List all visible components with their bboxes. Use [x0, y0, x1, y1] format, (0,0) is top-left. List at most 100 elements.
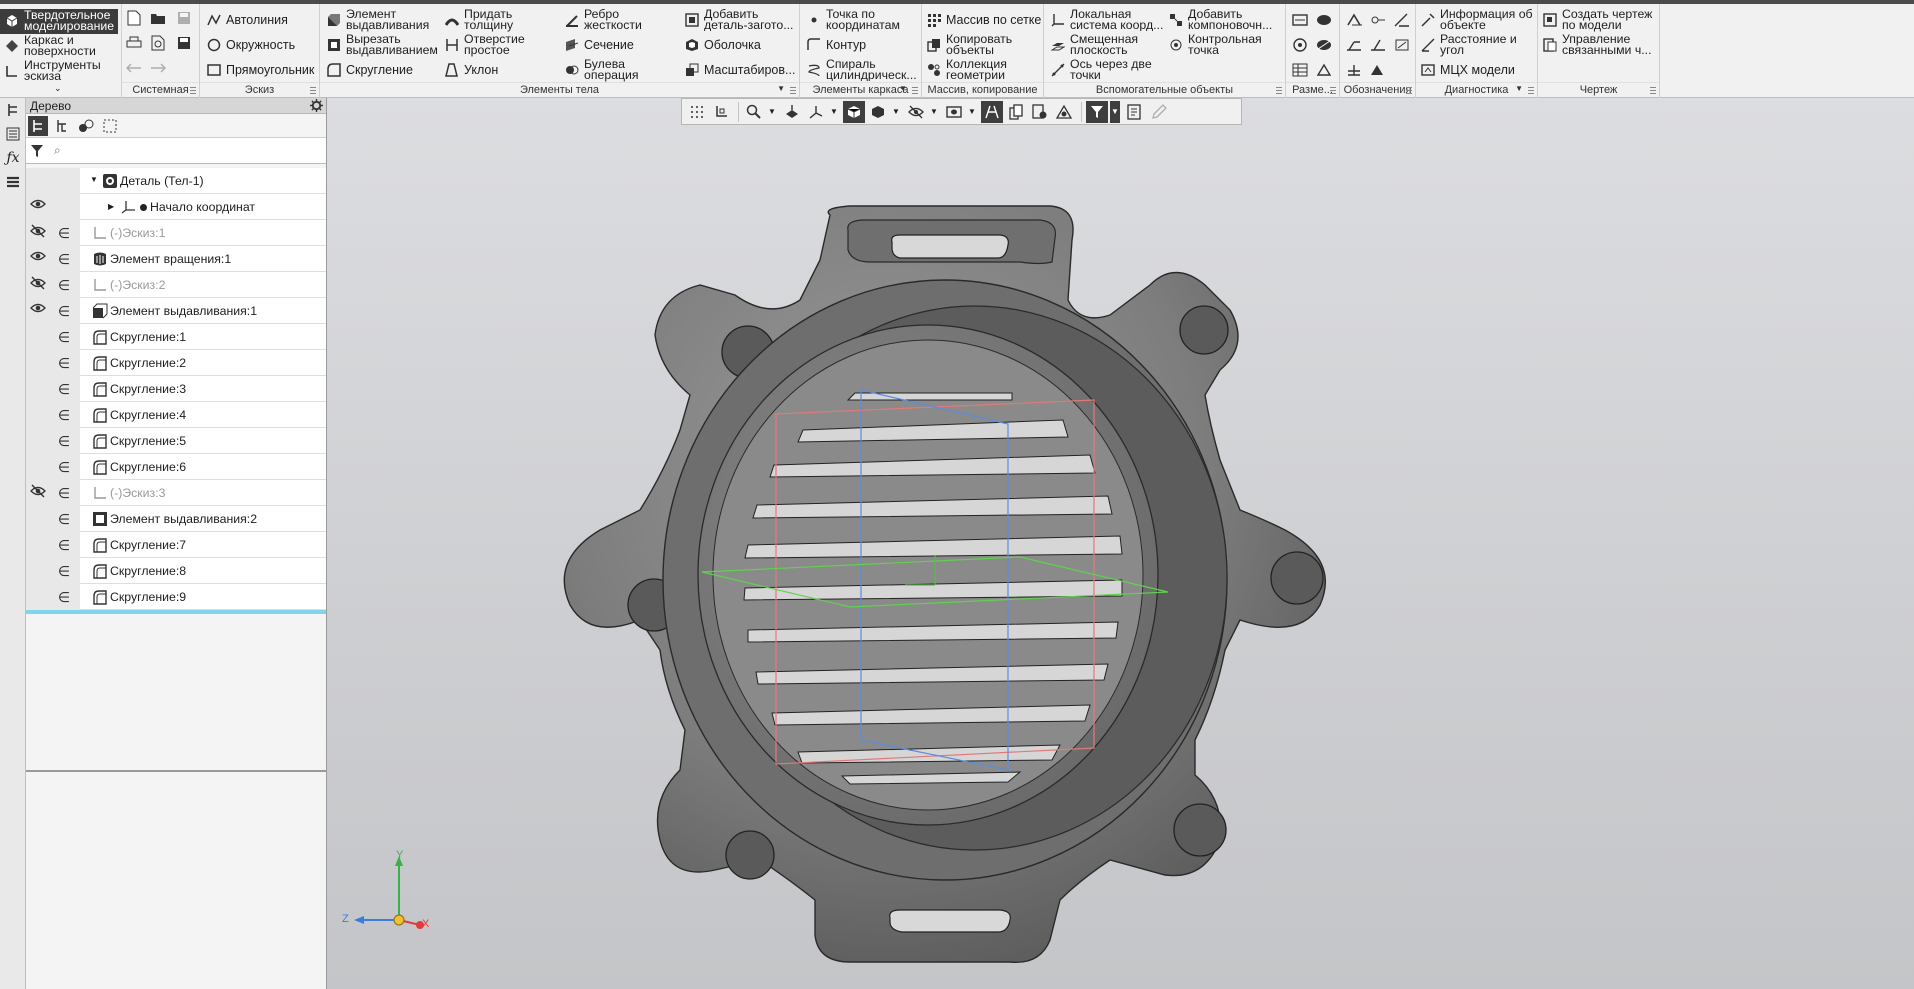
cut-extrude-button[interactable]: Вырезать выдавливанием — [326, 33, 442, 57]
save-icon[interactable] — [174, 8, 194, 28]
mode-sketch-tools[interactable]: Инструменты эскиза — [4, 59, 118, 83]
include-element-icon[interactable]: ∈ — [56, 224, 72, 242]
rectangle-button[interactable]: Прямоугольник — [206, 58, 314, 82]
eye-icon[interactable] — [30, 302, 48, 320]
eye-hidden-icon[interactable] — [30, 224, 48, 242]
include-element-icon[interactable]: ∈ — [56, 458, 72, 476]
local-cs-button[interactable]: Локальная система коорд... — [1050, 8, 1170, 32]
redo-icon[interactable] — [148, 58, 168, 78]
include-element-icon[interactable]: ∈ — [56, 328, 72, 346]
tree-item[interactable]: ∈ Скругление:4 — [26, 402, 326, 428]
add-blank-button[interactable]: Добавить деталь-загото... — [684, 8, 796, 32]
tree-item[interactable]: ∈ Скругление:7 — [26, 532, 326, 558]
group-grip[interactable] — [1276, 86, 1282, 94]
tolerance-icon[interactable] — [1344, 60, 1364, 80]
copy-objects-button[interactable]: Копировать объекты — [926, 33, 1030, 57]
roughness-icon[interactable] — [1344, 10, 1364, 30]
linear-dim-icon[interactable] — [1290, 10, 1310, 30]
chevron-down-icon[interactable]: ▼ — [1515, 84, 1523, 93]
tree-item[interactable]: ∈ Скругление:8 — [26, 558, 326, 584]
mode-surfaces[interactable]: Каркас и поверхности — [4, 34, 118, 58]
tree-item[interactable]: ∈ Скругление:5 — [26, 428, 326, 454]
filter-icon[interactable] — [27, 141, 47, 161]
tree-item[interactable]: ∈ (-)Эскиз:2 — [26, 272, 326, 298]
tree-item[interactable]: ∈ (-)Эскиз:1 — [26, 220, 326, 246]
include-element-icon[interactable]: ∈ — [56, 536, 72, 554]
draft-button[interactable]: Уклон — [444, 58, 498, 82]
expand-chevron-icon[interactable]: ⌄ — [54, 83, 62, 94]
tree-item[interactable]: ∈ Элемент вращения:1 — [26, 246, 326, 272]
group-grip[interactable] — [1406, 86, 1412, 94]
scale-button[interactable]: Масштабиров... — [684, 58, 795, 82]
add-layout-button[interactable]: Добавить компоновочн... — [1168, 8, 1288, 32]
include-element-icon[interactable]: ∈ — [56, 484, 72, 502]
group-grip[interactable] — [190, 86, 196, 94]
tree-item[interactable]: ∈ Скругление:2 — [26, 350, 326, 376]
include-element-icon[interactable]: ∈ — [56, 406, 72, 424]
tree-root[interactable]: ▼ Деталь (Тел-1) — [26, 168, 326, 194]
weld-icon[interactable] — [1344, 35, 1364, 55]
marking-icon[interactable] — [1392, 10, 1412, 30]
include-element-icon[interactable]: ∈ — [56, 250, 72, 268]
tree-structure-icon[interactable] — [52, 116, 72, 136]
group-grip[interactable] — [1528, 86, 1534, 94]
tree-item[interactable]: ∈ Скругление:3 — [26, 376, 326, 402]
group-grip[interactable] — [1330, 86, 1336, 94]
tree-item[interactable]: ∈ (-)Эскиз:3 — [26, 480, 326, 506]
mode-solid-modeling[interactable]: Твердотельное моделирование — [0, 9, 118, 34]
offset-plane-button[interactable]: Смещенная плоскость — [1050, 33, 1160, 57]
include-element-icon[interactable]: ∈ — [56, 302, 72, 320]
tree-search-input[interactable] — [68, 141, 318, 161]
thicken-button[interactable]: Придать толщину — [444, 8, 534, 32]
include-element-icon[interactable]: ∈ — [56, 588, 72, 606]
tree-panel-icon[interactable] — [3, 100, 23, 120]
expand-triangle-icon[interactable]: ▼ — [90, 175, 98, 184]
dim-table-icon[interactable] — [1290, 60, 1310, 80]
group-grip[interactable] — [790, 86, 796, 94]
group-grip[interactable] — [912, 86, 918, 94]
grid-array-button[interactable]: Массив по сетке — [926, 8, 1041, 32]
include-element-icon[interactable]: ∈ — [56, 432, 72, 450]
create-drawing-button[interactable]: Создать чертеж по модели — [1542, 8, 1658, 32]
tree-item[interactable]: ∈ Элемент выдавливания:1 — [26, 298, 326, 324]
object-info-button[interactable]: Информация об объекте — [1420, 8, 1536, 32]
tree-item[interactable]: ▶ Начало координат — [26, 194, 326, 220]
expand-triangle-icon[interactable]: ▶ — [108, 202, 114, 211]
include-element-icon[interactable]: ∈ — [56, 380, 72, 398]
fillet-button[interactable]: Скругление — [326, 58, 413, 82]
tree-order-icon[interactable] — [28, 116, 48, 136]
3d-viewport[interactable]: ▼ ▼ ▼ ▼ ▼ ▼ Y Z X — [327, 98, 1914, 989]
tree-filter-select-icon[interactable] — [100, 116, 120, 136]
boolean-button[interactable]: Булева операция — [564, 58, 654, 82]
shell-button[interactable]: Оболочка — [684, 33, 761, 57]
group-grip[interactable] — [310, 86, 316, 94]
variables-fx-icon[interactable]: ƒx — [3, 148, 23, 168]
properties-panel-icon[interactable] — [3, 124, 23, 144]
tree-item[interactable]: ∈ Элемент выдавливания:2 — [26, 506, 326, 532]
include-element-icon[interactable]: ∈ — [56, 276, 72, 294]
contour-button[interactable]: Контур — [806, 33, 866, 57]
eye-icon[interactable] — [30, 198, 48, 216]
hole-button[interactable]: Отверстие простое — [444, 33, 534, 57]
save-as-icon[interactable] — [174, 33, 194, 53]
extrude-button[interactable]: Элемент выдавливания — [326, 8, 432, 32]
tree-item[interactable]: ∈ Скругление:9 — [26, 584, 326, 610]
3d-model-part[interactable] — [327, 98, 1914, 989]
include-element-icon[interactable]: ∈ — [56, 354, 72, 372]
text-note-icon[interactable] — [1368, 60, 1388, 80]
include-element-icon[interactable]: ∈ — [56, 562, 72, 580]
tree-item[interactable]: ∈ Скругление:6 — [26, 454, 326, 480]
autoline-button[interactable]: Автолиния — [206, 8, 288, 32]
leader-icon[interactable] — [1368, 10, 1388, 30]
angular-dim-icon[interactable] — [1314, 10, 1334, 30]
eye-icon[interactable] — [30, 250, 48, 268]
include-element-icon[interactable]: ∈ — [56, 510, 72, 528]
group-grip[interactable] — [1650, 86, 1656, 94]
chevron-down-icon[interactable]: ▼ — [777, 84, 785, 93]
section-button[interactable]: Сечение — [564, 33, 634, 57]
eye-hidden-icon[interactable] — [30, 276, 48, 294]
base-icon[interactable] — [1368, 35, 1388, 55]
tree-bodies-icon[interactable] — [76, 116, 96, 136]
radial-dim-icon[interactable] — [1290, 35, 1310, 55]
position-icon[interactable] — [1392, 35, 1412, 55]
